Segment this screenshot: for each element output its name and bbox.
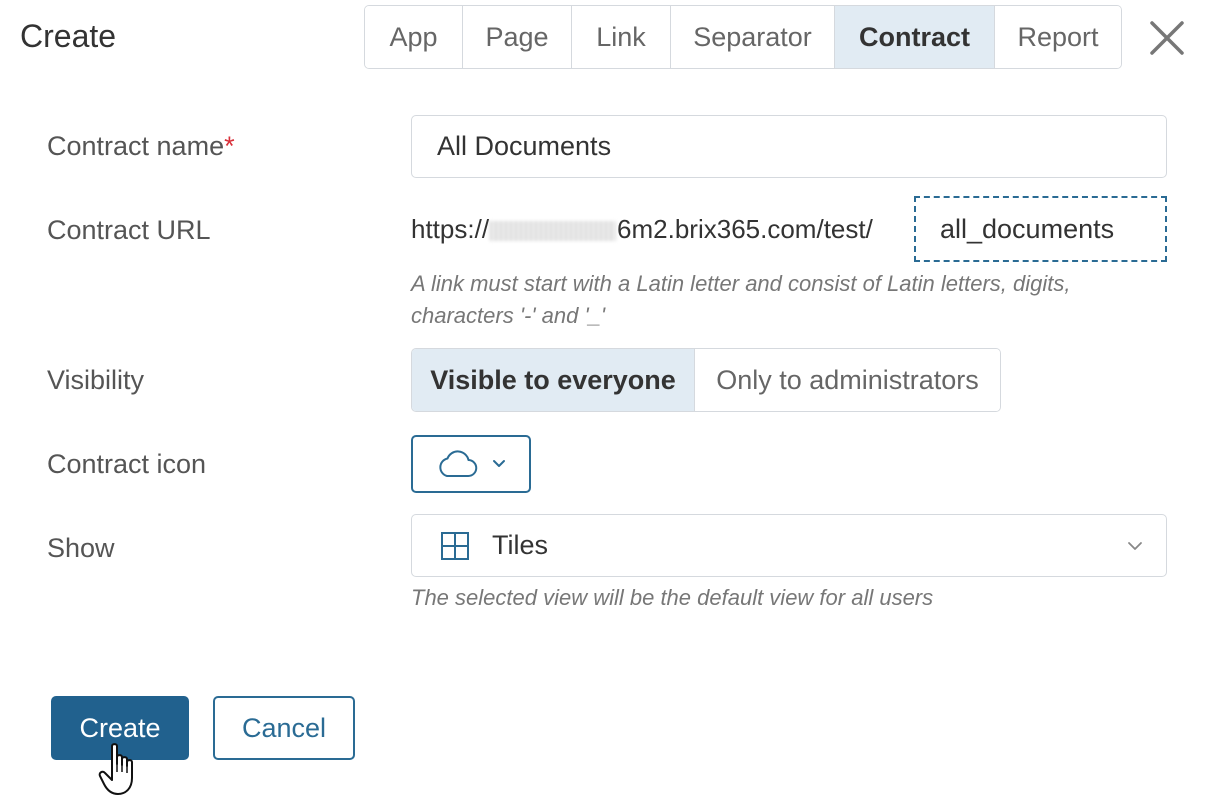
show-hint: The selected view will be the default vi… <box>411 585 934 610</box>
url-prefix-end: 6m2.brix365.com/test/ <box>617 214 873 244</box>
contract-name-label-text: Contract name <box>47 131 225 161</box>
chevron-down-icon <box>493 460 505 467</box>
contract-icon-picker[interactable] <box>411 435 531 493</box>
tab-page[interactable]: Page <box>463 6 572 68</box>
chevron-down-icon <box>1128 541 1142 550</box>
visibility-label: Visibility <box>47 365 145 395</box>
tab-separator[interactable]: Separator <box>671 6 835 68</box>
contract-name-label: Contract name* <box>47 131 235 162</box>
tab-app[interactable]: App <box>365 6 463 68</box>
create-button[interactable]: Create <box>51 696 189 760</box>
contract-url-hint: A link must start with a Latin letter an… <box>411 268 1070 332</box>
tab-link[interactable]: Link <box>572 6 671 68</box>
required-mark: * <box>224 131 235 161</box>
tiles-icon <box>441 531 469 560</box>
contract-url-label: Contract URL <box>47 215 211 245</box>
contract-url-prefix: https:// 6m2.brix365.com/test/ <box>411 214 873 245</box>
tab-contract[interactable]: Contract <box>835 6 995 68</box>
url-redacted-segment <box>490 221 617 242</box>
dialog-title: Create <box>20 18 117 54</box>
contract-name-input[interactable] <box>411 115 1167 178</box>
show-selected-value: Tiles <box>492 530 549 560</box>
visibility-admins-option[interactable]: Only to administrators <box>695 349 1000 411</box>
visibility-toggle: Visible to everyone Only to administrato… <box>411 348 1001 412</box>
close-icon[interactable] <box>1147 18 1187 58</box>
url-hint-line-2: characters '-' and '_' <box>411 303 606 328</box>
tab-report[interactable]: Report <box>995 6 1121 68</box>
cloud-icon <box>439 450 478 478</box>
show-view-select[interactable]: Tiles <box>411 514 1167 577</box>
show-label: Show <box>47 533 115 563</box>
url-hint-line-1: A link must start with a Latin letter an… <box>411 271 1071 296</box>
cancel-button[interactable]: Cancel <box>213 696 355 760</box>
contract-url-slug-input[interactable]: all_documents <box>914 196 1167 262</box>
url-prefix-start: https:// <box>411 214 490 244</box>
item-type-tabs: App Page Link Separator Contract Report <box>364 5 1122 69</box>
visibility-everyone-option[interactable]: Visible to everyone <box>412 349 695 411</box>
contract-icon-label: Contract icon <box>47 449 207 479</box>
